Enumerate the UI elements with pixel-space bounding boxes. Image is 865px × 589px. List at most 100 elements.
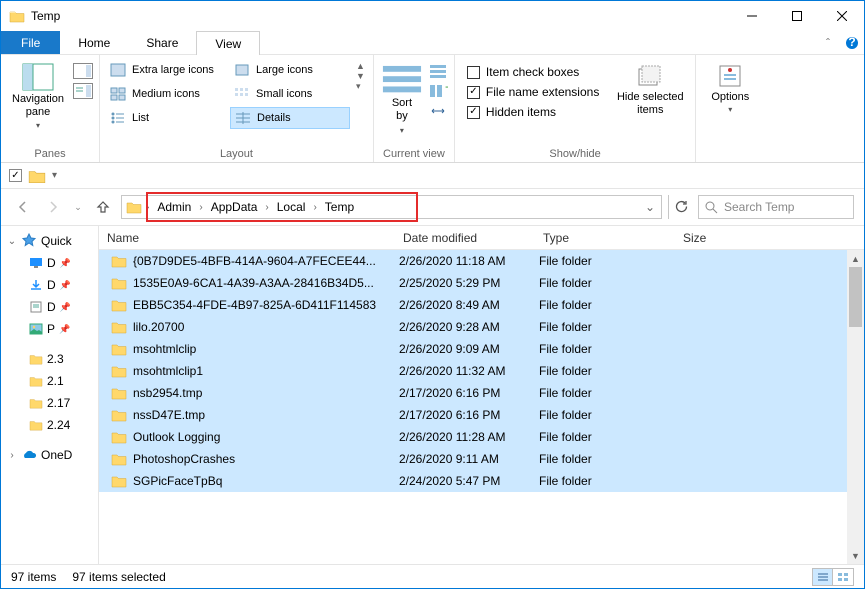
table-row[interactable]: Outlook Logging2/26/2020 11:28 AMFile fo… (99, 426, 864, 448)
folder-icon (111, 474, 127, 488)
layout-list[interactable]: List (106, 107, 226, 129)
table-row[interactable]: msohtmlclip2/26/2020 9:09 AMFile folder (99, 338, 864, 360)
details-view-icon[interactable] (813, 569, 833, 585)
item-check-boxes[interactable]: Item check boxes (467, 65, 599, 79)
window-title: Temp (31, 9, 729, 23)
table-row[interactable]: PhotoshopCrashes2/26/2020 9:11 AMFile fo… (99, 448, 864, 470)
recent-dropdown[interactable]: ⌄ (71, 195, 85, 219)
col-size[interactable]: Size (675, 231, 864, 245)
sidebar-item[interactable]: D📌 (1, 296, 98, 318)
table-row[interactable]: SGPicFaceTpBq2/24/2020 5:47 PMFile folde… (99, 470, 864, 492)
options-button[interactable]: Options ▾ (702, 59, 758, 114)
ribbon-showhide-group: Item check boxes File name extensions Hi… (455, 55, 696, 162)
sidebar-item[interactable]: 2.17 (1, 392, 98, 414)
minimize-button[interactable] (729, 1, 774, 31)
navigation-pane-button[interactable]: Navigation pane ▾ (7, 59, 69, 130)
file-list: Name Date modified Type Size {0B7D9DE5-4… (99, 226, 864, 564)
table-row[interactable]: nssD47E.tmp2/17/2020 6:16 PMFile folder (99, 404, 864, 426)
chevron-right-icon[interactable]: › (197, 202, 204, 213)
search-icon (705, 201, 718, 214)
chevron-right-icon[interactable]: › (144, 202, 151, 213)
scroll-thumb[interactable] (849, 267, 862, 327)
chevron-right-icon[interactable]: › (311, 202, 318, 213)
sidebar-onedrive[interactable]: ›OneD (1, 444, 98, 466)
sidebar-item[interactable]: 2.3 (1, 348, 98, 370)
svg-text:+: + (445, 83, 448, 94)
crumb-admin[interactable]: Admin (151, 200, 197, 214)
file-name-extensions[interactable]: File name extensions (467, 85, 599, 99)
sidebar-item[interactable]: 2.24 (1, 414, 98, 436)
folder-icon (111, 276, 127, 290)
layout-large[interactable]: Large icons (230, 59, 350, 81)
ribbon-layout-group: Extra large icons Large icons Medium ico… (100, 55, 374, 162)
table-row[interactable]: EBB5C354-4FDE-4B97-825A-6D411F1145832/26… (99, 294, 864, 316)
crumb-local[interactable]: Local (271, 200, 312, 214)
up-button[interactable] (91, 195, 115, 219)
table-row[interactable]: {0B7D9DE5-4BFB-414A-9604-A7FECEE44...2/2… (99, 250, 864, 272)
status-bar: 97 items 97 items selected (1, 564, 864, 588)
qat-overflow-icon[interactable]: ▾ (52, 170, 57, 181)
layout-small[interactable]: Small icons (230, 83, 350, 105)
search-input[interactable]: Search Temp (698, 195, 854, 219)
sort-by-button[interactable]: Sort by ▾ (380, 59, 424, 135)
explorer-window: Temp File Home Share View ˆ ? Navigation… (0, 0, 865, 589)
chevron-right-icon[interactable]: › (263, 202, 270, 213)
address-bar[interactable]: › Admin › AppData › Local › Temp ⌄ (121, 195, 662, 219)
documents-icon (29, 301, 43, 313)
hide-selected-button[interactable]: Hide selected items (611, 59, 689, 117)
folder-icon[interactable] (28, 168, 46, 184)
scroll-up-icon[interactable]: ▲ (847, 250, 864, 267)
preview-pane-icon[interactable] (73, 63, 93, 79)
add-columns-icon[interactable]: + (428, 83, 448, 99)
crumb-appdata[interactable]: AppData (205, 200, 264, 214)
layout-extra-large[interactable]: Extra large icons (106, 59, 226, 81)
view-toggle[interactable] (812, 568, 854, 586)
hidden-items[interactable]: Hidden items (467, 105, 599, 119)
col-type[interactable]: Type (535, 231, 675, 245)
back-button[interactable] (11, 195, 35, 219)
tab-home[interactable]: Home (60, 31, 128, 54)
sidebar-item[interactable]: P📌 (1, 318, 98, 340)
table-row[interactable]: 1535E0A9-6CA1-4A39-A3AA-28416B34D5...2/2… (99, 272, 864, 294)
folder-icon (111, 254, 127, 268)
maximize-button[interactable] (774, 1, 819, 31)
size-columns-icon[interactable] (428, 103, 448, 119)
forward-button[interactable] (41, 195, 65, 219)
sidebar-quick-access[interactable]: ⌄ Quick (1, 230, 98, 252)
tab-view[interactable]: View (196, 31, 260, 55)
tab-share[interactable]: Share (128, 31, 196, 54)
group-by-icon[interactable] (428, 63, 448, 79)
sidebar-item[interactable]: D📌 (1, 252, 98, 274)
col-name[interactable]: Name (99, 231, 395, 245)
sidebar-item[interactable]: D📌 (1, 274, 98, 296)
col-date[interactable]: Date modified (395, 231, 535, 245)
onedrive-icon (21, 449, 37, 461)
folder-icon (111, 298, 127, 312)
sidebar-item[interactable]: 2.1 (1, 370, 98, 392)
table-row[interactable]: lilo.207002/26/2020 9:28 AMFile folder (99, 316, 864, 338)
ribbon-panes-group: Navigation pane ▾ Panes (1, 55, 100, 162)
table-row[interactable]: msohtmlclip12/26/2020 11:32 AMFile folde… (99, 360, 864, 382)
vertical-scrollbar[interactable]: ▲ ▼ (847, 250, 864, 564)
layout-details[interactable]: Details (230, 107, 350, 129)
folder-icon (111, 342, 127, 356)
layout-scroll[interactable]: ▲▼▾ (354, 59, 367, 94)
refresh-button[interactable] (668, 195, 692, 219)
chevron-down-icon: ▾ (400, 126, 404, 135)
folder-icon (111, 386, 127, 400)
close-button[interactable] (819, 1, 864, 31)
hide-selected-icon (636, 63, 664, 89)
file-menu[interactable]: File (1, 31, 60, 54)
ribbon-currentview-group: Sort by ▾ + Current view (374, 55, 455, 162)
status-selected: 97 items selected (72, 570, 165, 584)
table-row[interactable]: nsb2954.tmp2/17/2020 6:16 PMFile folder (99, 382, 864, 404)
address-history-dropdown[interactable]: ⌄ (641, 200, 659, 214)
details-pane-icon[interactable] (73, 83, 93, 99)
thumbnails-view-icon[interactable] (833, 569, 853, 585)
scroll-down-icon[interactable]: ▼ (847, 547, 864, 564)
crumb-temp[interactable]: Temp (319, 200, 360, 214)
layout-medium[interactable]: Medium icons (106, 83, 226, 105)
ribbon-collapse-icon[interactable]: ˆ (816, 31, 840, 54)
select-toggle-icon[interactable] (9, 169, 22, 182)
help-icon[interactable]: ? (840, 31, 864, 54)
